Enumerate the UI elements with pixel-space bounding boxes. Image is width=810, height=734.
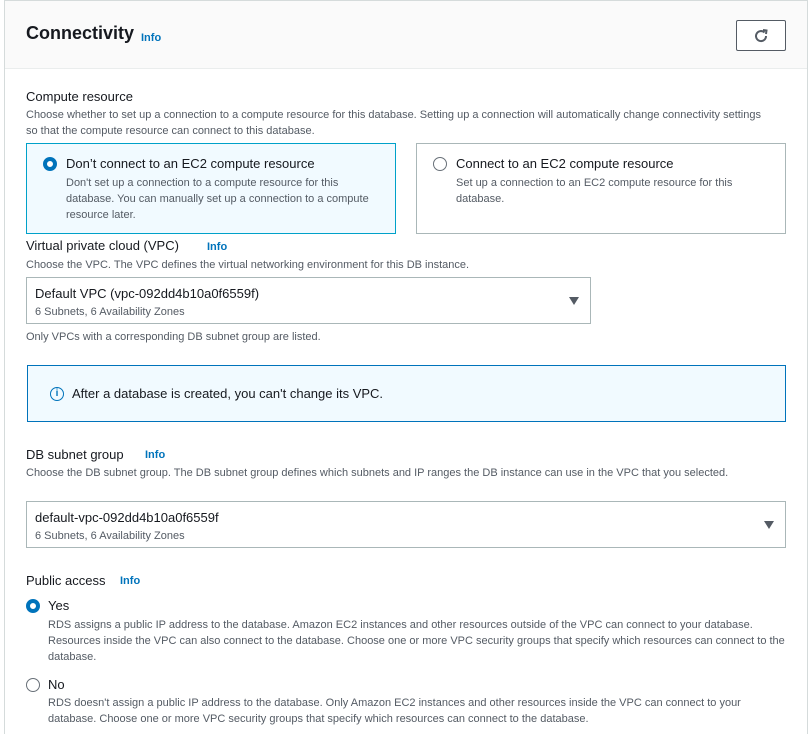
public-access-info-link[interactable]: Info	[120, 575, 140, 587]
vpc-hint: Only VPCs with a corresponding DB subnet…	[26, 331, 321, 343]
vpc-select-sub: 6 Subnets, 6 Availability Zones	[35, 306, 185, 318]
subnet-label: DB subnet group	[26, 447, 124, 462]
public-no-label[interactable]: No	[48, 677, 65, 692]
radio-ec2[interactable]	[433, 157, 447, 171]
subnet-select-value: default-vpc-092dd4b10a0f6559f	[35, 510, 219, 525]
radio-no-ec2[interactable]	[43, 157, 57, 171]
vpc-description: Choose the VPC. The VPC defines the virt…	[26, 259, 470, 271]
title-info-link[interactable]: Info	[141, 32, 161, 44]
tile-no-ec2-description: Don't set up a connection to a compute r…	[66, 177, 369, 221]
refresh-icon	[755, 28, 768, 42]
subnet-select-sub: 6 Subnets, 6 Availability Zones	[35, 530, 185, 542]
vpc-info-link[interactable]: Info	[207, 241, 227, 253]
vpc-label: Virtual private cloud (VPC)	[26, 238, 179, 253]
public-access-label: Public access	[26, 573, 106, 588]
alert-text: After a database is created, you can't c…	[72, 386, 384, 401]
tile-ec2-connection[interactable]: Connect to an EC2 compute resource Set u…	[416, 143, 786, 234]
panel-header: Connectivity Info	[5, 1, 807, 69]
caret-down-icon	[569, 297, 579, 305]
vpc-select-value: Default VPC (vpc-092dd4b10a0f6559f)	[35, 286, 260, 301]
caret-down-icon	[764, 521, 774, 529]
tile-no-ec2-connection[interactable]: Don’t connect to an EC2 compute resource…	[26, 143, 396, 234]
radio-public-yes[interactable]	[26, 599, 40, 613]
compute-resource-description: Choose whether to set up a connection to…	[26, 109, 761, 137]
public-no-description: RDS doesn't assign a public IP address t…	[48, 697, 741, 725]
connectivity-panel: Connectivity Info Compute resource Choos…	[4, 0, 808, 734]
subnet-select[interactable]: default-vpc-092dd4b10a0f6559f 6 Subnets,…	[26, 501, 786, 548]
tile-ec2-description: Set up a connection to an EC2 compute re…	[456, 177, 733, 205]
public-yes-label[interactable]: Yes	[48, 598, 69, 613]
subnet-info-link[interactable]: Info	[145, 449, 165, 461]
tile-no-ec2-title: Don’t connect to an EC2 compute resource	[66, 156, 315, 171]
subnet-description: Choose the DB subnet group. The DB subne…	[26, 467, 729, 479]
panel-title: Connectivity	[26, 23, 135, 43]
public-yes-description: RDS assigns a public IP address to the d…	[48, 619, 785, 663]
radio-public-no[interactable]	[26, 678, 40, 692]
tile-ec2-title: Connect to an EC2 compute resource	[456, 156, 674, 171]
info-icon: i	[50, 387, 64, 401]
vpc-select[interactable]: Default VPC (vpc-092dd4b10a0f6559f) 6 Su…	[26, 277, 591, 324]
compute-resource-label: Compute resource	[26, 89, 133, 104]
refresh-button[interactable]	[736, 20, 786, 51]
vpc-info-alert: i After a database is created, you can't…	[27, 365, 786, 422]
